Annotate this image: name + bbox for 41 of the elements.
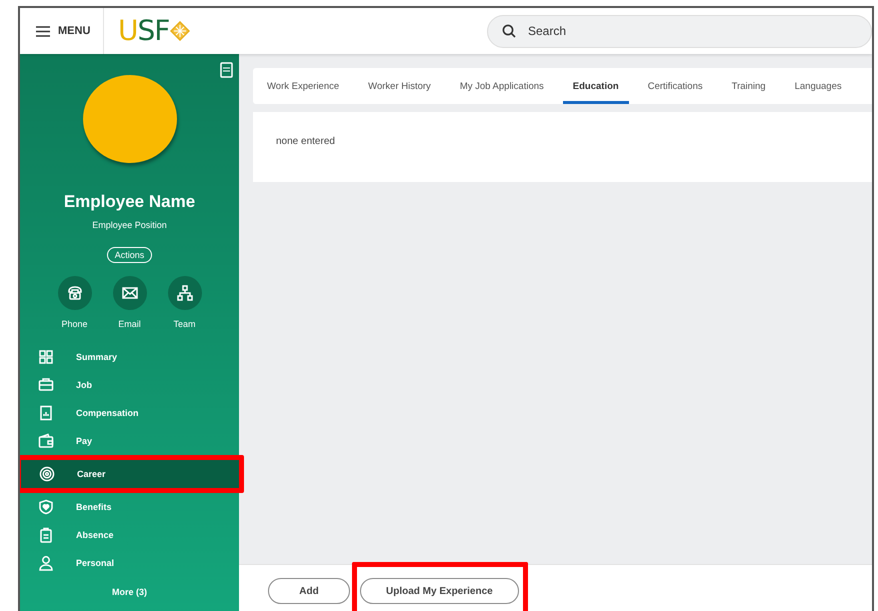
person-icon [38, 555, 54, 571]
tab[interactable]: Worker History [358, 68, 441, 104]
nav-item[interactable]: Career [21, 460, 239, 488]
wallet-icon [38, 433, 54, 449]
phone-button[interactable] [58, 276, 92, 310]
nav-item[interactable]: Pay [20, 427, 239, 455]
menu-icon [36, 26, 50, 36]
team-button[interactable] [168, 276, 202, 310]
quick-action-label: Phone [61, 319, 88, 329]
diamond-icon [170, 21, 190, 41]
employee-position: Employee Position [92, 220, 167, 230]
action-button[interactable]: Upload My Experience [360, 578, 519, 604]
employee-name: Employee Name [64, 192, 196, 212]
clipboard-icon [38, 527, 54, 543]
empty-message: none entered [276, 136, 335, 147]
telephone-icon [66, 284, 84, 302]
shield-icon [38, 499, 54, 515]
tab[interactable]: Training [722, 68, 776, 104]
nav-item[interactable]: Job [20, 371, 239, 399]
search-icon [502, 24, 516, 38]
target-icon [39, 466, 55, 482]
grid-icon [38, 349, 54, 365]
action-button[interactable]: Add [268, 578, 350, 604]
nav-item[interactable]: Compensation [20, 399, 239, 427]
quick-action-label: Team [173, 319, 196, 329]
quick-action-label: Email [118, 319, 141, 329]
briefcase-icon [38, 377, 54, 393]
tab[interactable]: Education [562, 68, 629, 104]
search-field[interactable]: Search [487, 14, 872, 48]
hierarchy-icon [176, 284, 194, 302]
tab[interactable]: Work Experience [257, 68, 350, 104]
actions-button[interactable]: Actions [106, 247, 152, 263]
menu-button[interactable]: MENU [20, 8, 104, 54]
tab[interactable]: My Job Applications [450, 68, 554, 104]
nav-item[interactable]: Summary [20, 343, 239, 371]
search-input[interactable]: Search [526, 23, 826, 39]
chart-icon [38, 405, 54, 421]
email-button[interactable] [112, 276, 146, 310]
tab[interactable]: Languages [784, 68, 852, 104]
pdf-icon[interactable] [220, 62, 233, 78]
tab[interactable]: Certifications [638, 68, 713, 104]
